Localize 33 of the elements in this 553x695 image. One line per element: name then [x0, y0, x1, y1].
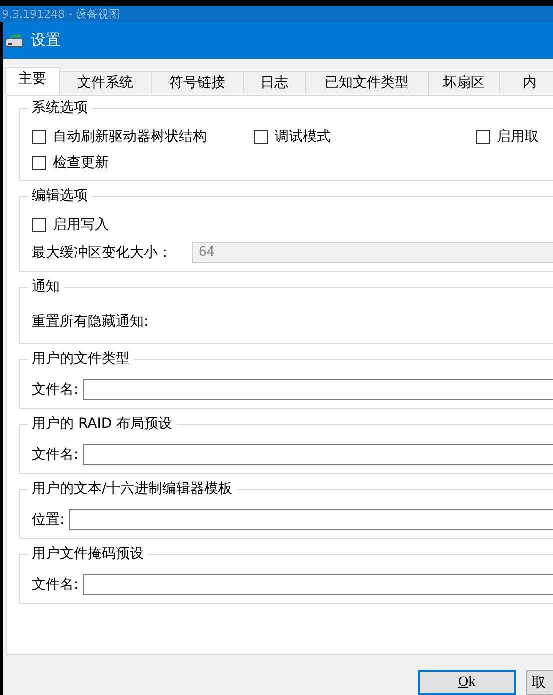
- checkbox[interactable]: [476, 130, 490, 144]
- field-label: 文件名:: [32, 446, 79, 464]
- field-label: 最大缓冲区变化大小：: [32, 244, 172, 262]
- checkbox-label: 启用写入: [53, 216, 109, 234]
- group-title: 用户的 RAID 布局预设: [28, 415, 177, 433]
- input-field[interactable]: [82, 444, 553, 465]
- checkbox[interactable]: [32, 218, 46, 232]
- checkbox[interactable]: [32, 156, 46, 170]
- group-title: 用户的文本/十六进制编辑器模板: [28, 480, 237, 498]
- window-title: 设置: [31, 31, 61, 50]
- field-label: 位置:: [32, 510, 65, 528]
- field-label: 文件名:: [32, 380, 79, 398]
- dialog-button[interactable]: 取: [526, 670, 553, 695]
- checkbox-label: 调试模式: [275, 128, 331, 146]
- background-window-title: 9.3.191248 - 设备视图: [2, 6, 120, 22]
- input-field[interactable]: [82, 379, 553, 400]
- field-label: 文件名:: [32, 576, 79, 594]
- group-title: 用户文件掩码预设: [28, 545, 148, 563]
- setting-label: 重置所有隐藏通知:: [32, 313, 150, 332]
- checkbox-label: 启用取: [497, 128, 539, 146]
- input-field[interactable]: [68, 509, 553, 530]
- checkbox[interactable]: [254, 130, 268, 144]
- group-title: 系统选项: [28, 99, 92, 117]
- group-title: 用户的文件类型: [28, 350, 134, 368]
- input-field[interactable]: [82, 574, 553, 595]
- group-title: 通知: [28, 278, 64, 296]
- dialog-button[interactable]: Ok: [418, 670, 516, 695]
- checkbox-label: 检查更新: [53, 154, 109, 172]
- checkbox[interactable]: [32, 130, 46, 144]
- group-title: 编辑选项: [28, 187, 92, 205]
- tab[interactable]: 主要: [5, 67, 60, 95]
- checkbox-label: 自动刷新驱动器树状结构: [53, 128, 207, 146]
- drive-icon: [5, 32, 25, 48]
